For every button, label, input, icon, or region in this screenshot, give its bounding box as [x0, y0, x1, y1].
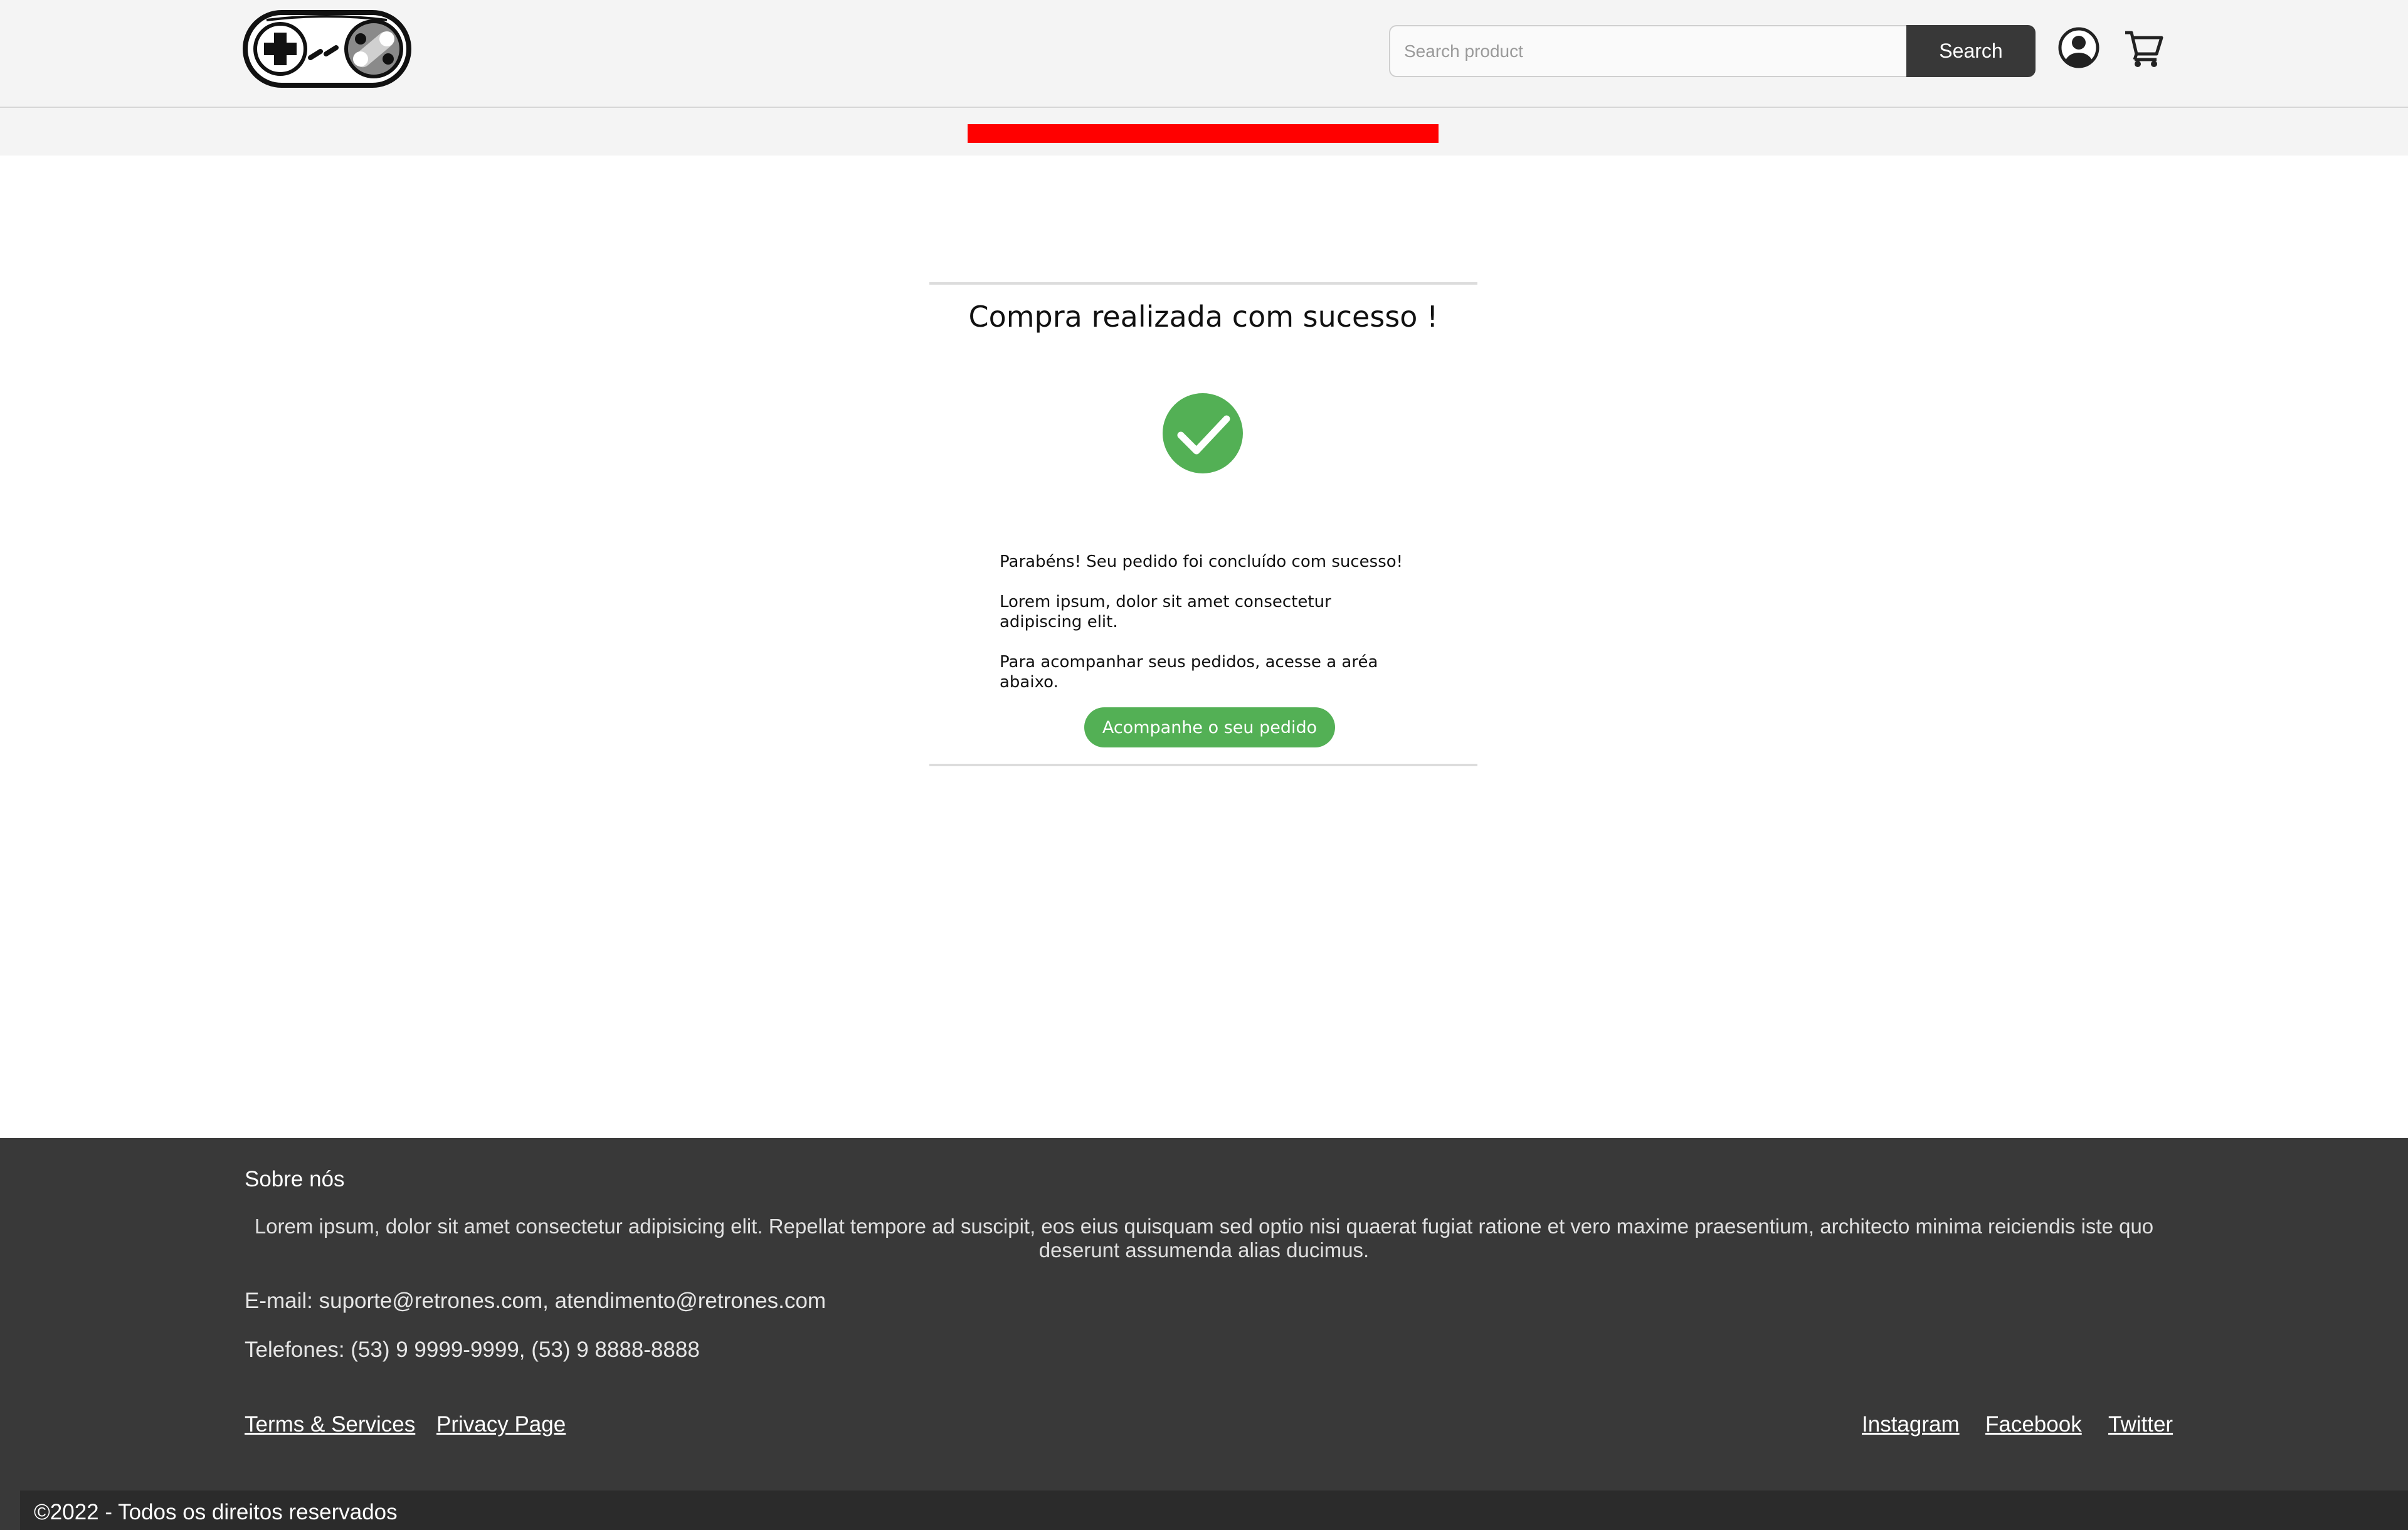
contact-phones: Telefones: (53) 9 9999-9999, (53) 9 8888…	[245, 1337, 700, 1362]
order-confirmation-card: Compra realizada com sucesso ! Parabéns!…	[929, 282, 1477, 766]
copyright-text: ©2022 - Todos os direitos reservados	[34, 1500, 398, 1524]
about-text: Lorem ipsum, dolor sit amet consectetur …	[254, 1215, 2154, 1262]
user-icon[interactable]	[2058, 27, 2099, 68]
tracking-instructions: Para acompanhar seus pedidos, acesse a a…	[1000, 653, 1378, 692]
promo-bar	[968, 124, 1439, 143]
twitter-link[interactable]: Twitter	[2108, 1412, 2173, 1437]
search-input[interactable]	[1389, 25, 1906, 77]
about-title: Sobre nós	[245, 1167, 345, 1191]
search-button[interactable]: Search	[1906, 25, 2036, 77]
contact-email: E-mail: suporte@retrones.com, atendiment…	[245, 1289, 826, 1313]
site-header: Search	[0, 0, 2408, 108]
lorem-message: Lorem ipsum, dolor sit amet consectetur …	[1000, 593, 1331, 631]
copyright-bar: ©2022 - Todos os direitos reservados	[20, 1490, 2408, 1530]
check-circle-icon	[1163, 393, 1243, 473]
instagram-link[interactable]: Instagram	[1862, 1412, 1960, 1437]
site-footer: Sobre nós Lorem ipsum, dolor sit amet co…	[0, 1138, 2408, 1530]
confirmation-title: Compra realizada com sucesso !	[968, 300, 1439, 334]
terms-link[interactable]: Terms & Services	[245, 1412, 415, 1437]
facebook-link[interactable]: Facebook	[1985, 1412, 2082, 1437]
sub-header-bar	[0, 108, 2408, 156]
cart-icon[interactable]	[2123, 29, 2164, 68]
gamepad-logo[interactable]	[241, 9, 413, 89]
success-message: Parabéns! Seu pedido foi concluído com s…	[1000, 552, 1403, 571]
track-order-button[interactable]: Acompanhe o seu pedido	[1084, 707, 1335, 747]
privacy-link[interactable]: Privacy Page	[436, 1412, 566, 1437]
